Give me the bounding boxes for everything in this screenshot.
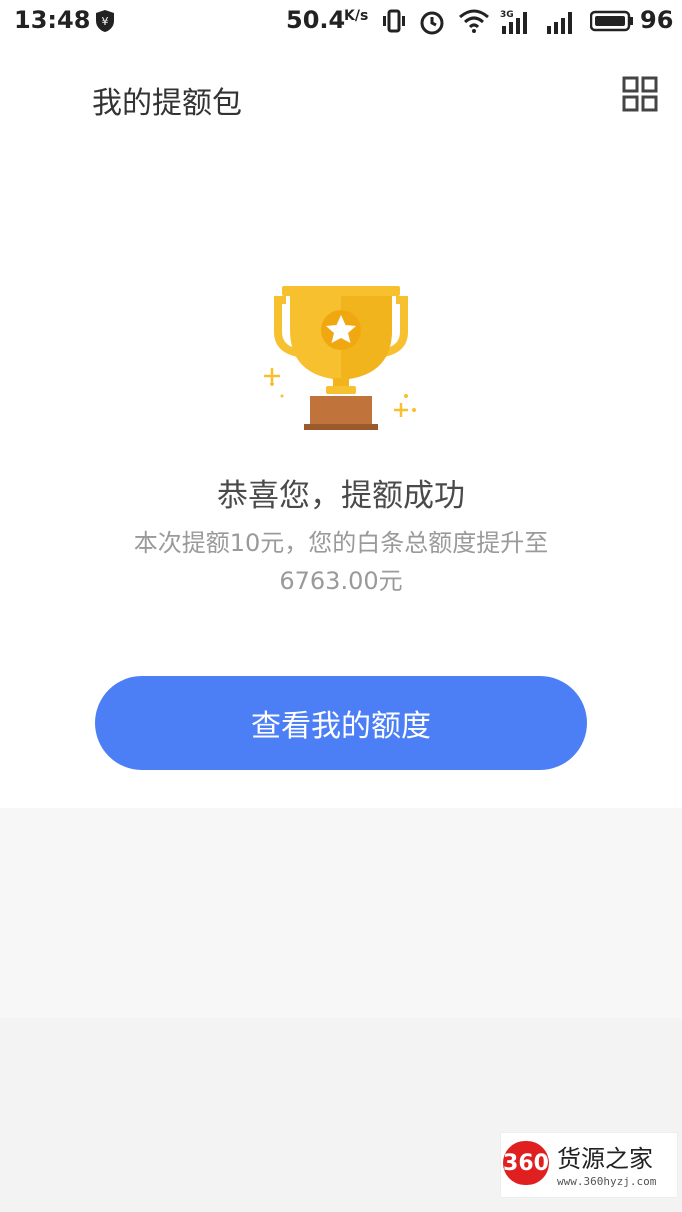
grid-menu-icon[interactable] — [622, 76, 658, 112]
watermark-logo: 360 — [503, 1141, 549, 1185]
alarm-icon — [420, 11, 444, 35]
page-title: 我的提额包 — [92, 86, 242, 121]
battery-level: 96 — [640, 6, 674, 34]
success-detail: 本次提额10元，您的白条总额度提升至6763.00元 — [133, 529, 549, 595]
network-speed-unit: K/s — [344, 8, 369, 24]
signal-3g-icon: 3G — [500, 10, 527, 34]
network-type-label: 3G — [500, 10, 514, 20]
svg-text:¥: ¥ — [102, 15, 109, 28]
watermark: 360 货源之家 www.360hyzj.com — [500, 1132, 678, 1198]
watermark-url: www.360hyzj.com — [557, 1175, 657, 1188]
battery-icon — [590, 10, 633, 32]
content-area-divider — [0, 808, 682, 1018]
trophy-icon — [264, 286, 416, 430]
wifi-icon — [459, 9, 489, 33]
success-headline: 恭喜您，提额成功 — [217, 478, 465, 514]
vibrate-icon — [383, 9, 405, 33]
status-bar: 13:48 ¥ 50.4 K/s 3G 96 — [0, 0, 682, 44]
page-header: 我的提额包 — [0, 44, 682, 148]
view-my-quota-button[interactable]: 查看我的额度 — [95, 676, 587, 770]
status-time: 13:48 — [14, 6, 91, 34]
watermark-name: 货源之家 — [557, 1145, 653, 1173]
signal-icon — [547, 12, 572, 34]
security-shield-icon: ¥ — [96, 10, 114, 32]
network-speed: 50.4 — [286, 6, 346, 34]
